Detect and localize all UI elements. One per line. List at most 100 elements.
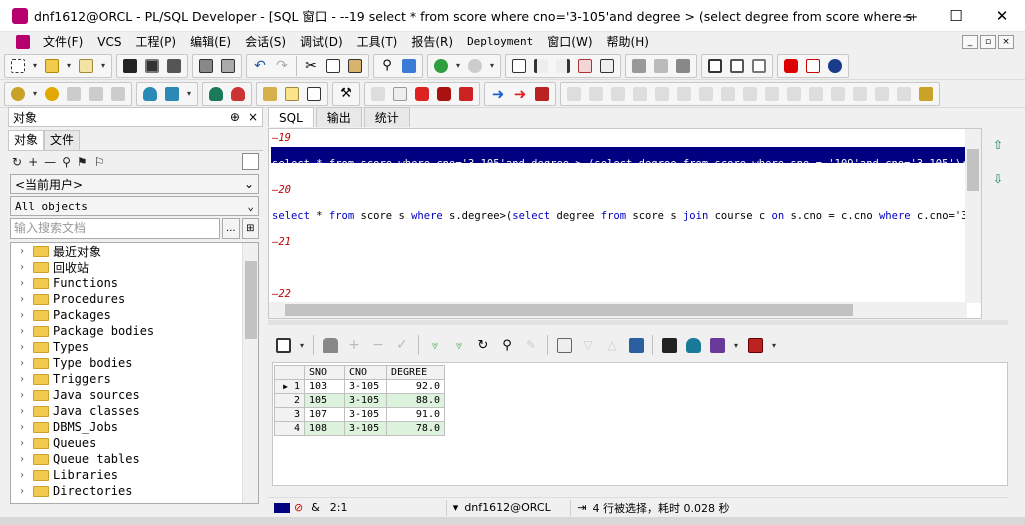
fetch-last-icon[interactable]: ⩔ [448,335,470,355]
menu-window[interactable]: 窗口(W) [540,32,599,52]
paste-icon[interactable] [344,56,366,76]
gem-dark-icon[interactable] [433,84,455,104]
back-icon[interactable] [430,56,452,76]
expand-icon[interactable]: › [19,486,31,497]
print-setup-icon[interactable] [217,56,239,76]
tree-item-triggers[interactable]: › Triggers [11,371,258,387]
tree-item-libraries[interactable]: › Libraries [11,467,258,483]
menu-debug[interactable]: 调试(D) [293,32,350,52]
forward-icon[interactable] [464,56,486,76]
save-all-icon[interactable] [163,56,185,76]
menu-file[interactable]: 文件(F) [36,32,90,52]
execute-gear-icon[interactable] [41,84,63,104]
row-number[interactable]: 4 [274,421,305,436]
search-input[interactable]: 输入搜索文档 [10,218,221,239]
save-icon[interactable] [119,56,141,76]
expand-icon[interactable]: › [19,438,31,449]
comment-icon[interactable] [574,56,596,76]
scrollbar-thumb[interactable] [967,149,979,191]
expand-icon[interactable]: › [19,262,31,273]
add-icon[interactable]: + [28,155,38,169]
filter-icon[interactable]: ⚑ [77,155,88,169]
table-export-dropdown-icon[interactable]: ▾ [768,335,780,355]
open-dropdown-icon[interactable]: ▾ [63,56,75,76]
menu-deployment[interactable]: Deployment [460,32,540,52]
briefcase-icon[interactable] [531,84,553,104]
break-icon[interactable] [63,84,85,104]
marker-icon[interactable] [455,84,477,104]
editor-vertical-scrollbar[interactable] [965,129,981,303]
next-record-icon[interactable]: △ [601,335,623,355]
find-replace-icon[interactable] [398,56,420,76]
search-filter-button[interactable]: ⊞ [241,218,259,239]
mdi-close-button[interactable]: × [998,35,1014,49]
cell-degree[interactable]: 92.0 [386,379,445,394]
clear-icon[interactable] [389,84,411,104]
cut-icon[interactable]: ✂ [300,56,322,76]
query-builder-icon[interactable] [650,56,672,76]
expand-icon[interactable]: › [19,326,31,337]
cell-degree[interactable]: 78.0 [386,421,445,436]
tree-item-java-sources[interactable]: › Java sources [11,387,258,403]
connection-dropdown-icon[interactable]: ▾ [453,501,459,514]
tree-item-recent[interactable]: › 最近对象 [11,243,258,259]
cell-cno[interactable]: 3-105 [344,393,387,408]
document-icon[interactable] [303,84,325,104]
open-folder-icon[interactable] [41,56,63,76]
grid-dropdown-icon[interactable]: ▾ [296,335,308,355]
arrow-right-red-icon[interactable]: ➜ [509,84,531,104]
expand-icon[interactable]: › [19,406,31,417]
export-icon[interactable] [658,335,680,355]
column-header-cno[interactable]: CNO [344,365,387,380]
chart-dropdown-icon[interactable]: ▾ [730,335,742,355]
sql-dropdown-icon[interactable]: ▾ [183,84,195,104]
row-number[interactable]: ▶ 1 [274,379,305,394]
table-row[interactable]: 4 108 3-105 78.0 [274,421,445,436]
tab-statistics[interactable]: 统计 [363,107,410,127]
menu-vcs[interactable]: VCS [90,32,128,52]
database-red-icon[interactable] [227,84,249,104]
scrollbar-thumb[interactable] [245,261,257,339]
scrollbar-thumb[interactable] [285,304,853,316]
delete-record-icon[interactable]: − [367,335,389,355]
expand-icon[interactable]: › [19,454,31,465]
connection-segment[interactable]: ▾ dnf1612@ORCL [447,499,572,516]
tab-files[interactable]: 文件 [44,130,81,150]
sql-db-icon[interactable] [139,84,161,104]
expand-icon[interactable]: › [19,390,31,401]
expand-icon[interactable]: › [19,310,31,321]
user-select[interactable]: <当前用户> ⌄ [10,174,259,194]
pane-splitter[interactable] [268,320,1008,325]
single-record-view-icon[interactable] [553,335,575,355]
db-export-icon[interactable] [682,335,704,355]
row-number[interactable]: 3 [274,407,305,422]
menu-tools[interactable]: 工具(T) [350,32,405,52]
mdi-minimize-button[interactable]: _ [962,35,978,49]
sql-window-button-icon[interactable] [161,84,183,104]
tree-item-type-bodies[interactable]: › Type bodies [11,355,258,371]
stop-icon[interactable]: ⊘ [294,501,303,514]
tree-item-package-bodies[interactable]: › Package bodies [11,323,258,339]
uncomment-icon[interactable] [596,56,618,76]
panel-option-box[interactable] [242,153,259,170]
checkmark-icon[interactable] [508,56,530,76]
link-icon[interactable] [625,335,647,355]
lock-folder-icon[interactable] [915,84,937,104]
rollback-icon[interactable] [107,84,129,104]
menu-help[interactable]: 帮助(H) [600,32,656,52]
cell-sno[interactable]: 103 [304,379,345,394]
forward-dropdown-icon[interactable]: ▾ [486,56,498,76]
template-icon[interactable] [281,84,303,104]
undo-icon[interactable]: ↶ [249,56,271,76]
search-options-button[interactable]: ... [222,218,240,239]
expand-icon[interactable]: › [19,342,31,353]
pdf-icon[interactable] [802,56,824,76]
menu-project[interactable]: 工程(P) [129,32,184,52]
expand-icon[interactable]: › [19,358,31,369]
tree-item-queues[interactable]: › Queues [11,435,258,451]
tree-item-types[interactable]: › Types [11,339,258,355]
post-changes-icon[interactable]: ✓ [391,335,413,355]
wrench-icon[interactable]: ⚒ [335,84,357,104]
save-as-icon[interactable] [141,56,163,76]
sql-window-icon[interactable] [16,35,30,49]
